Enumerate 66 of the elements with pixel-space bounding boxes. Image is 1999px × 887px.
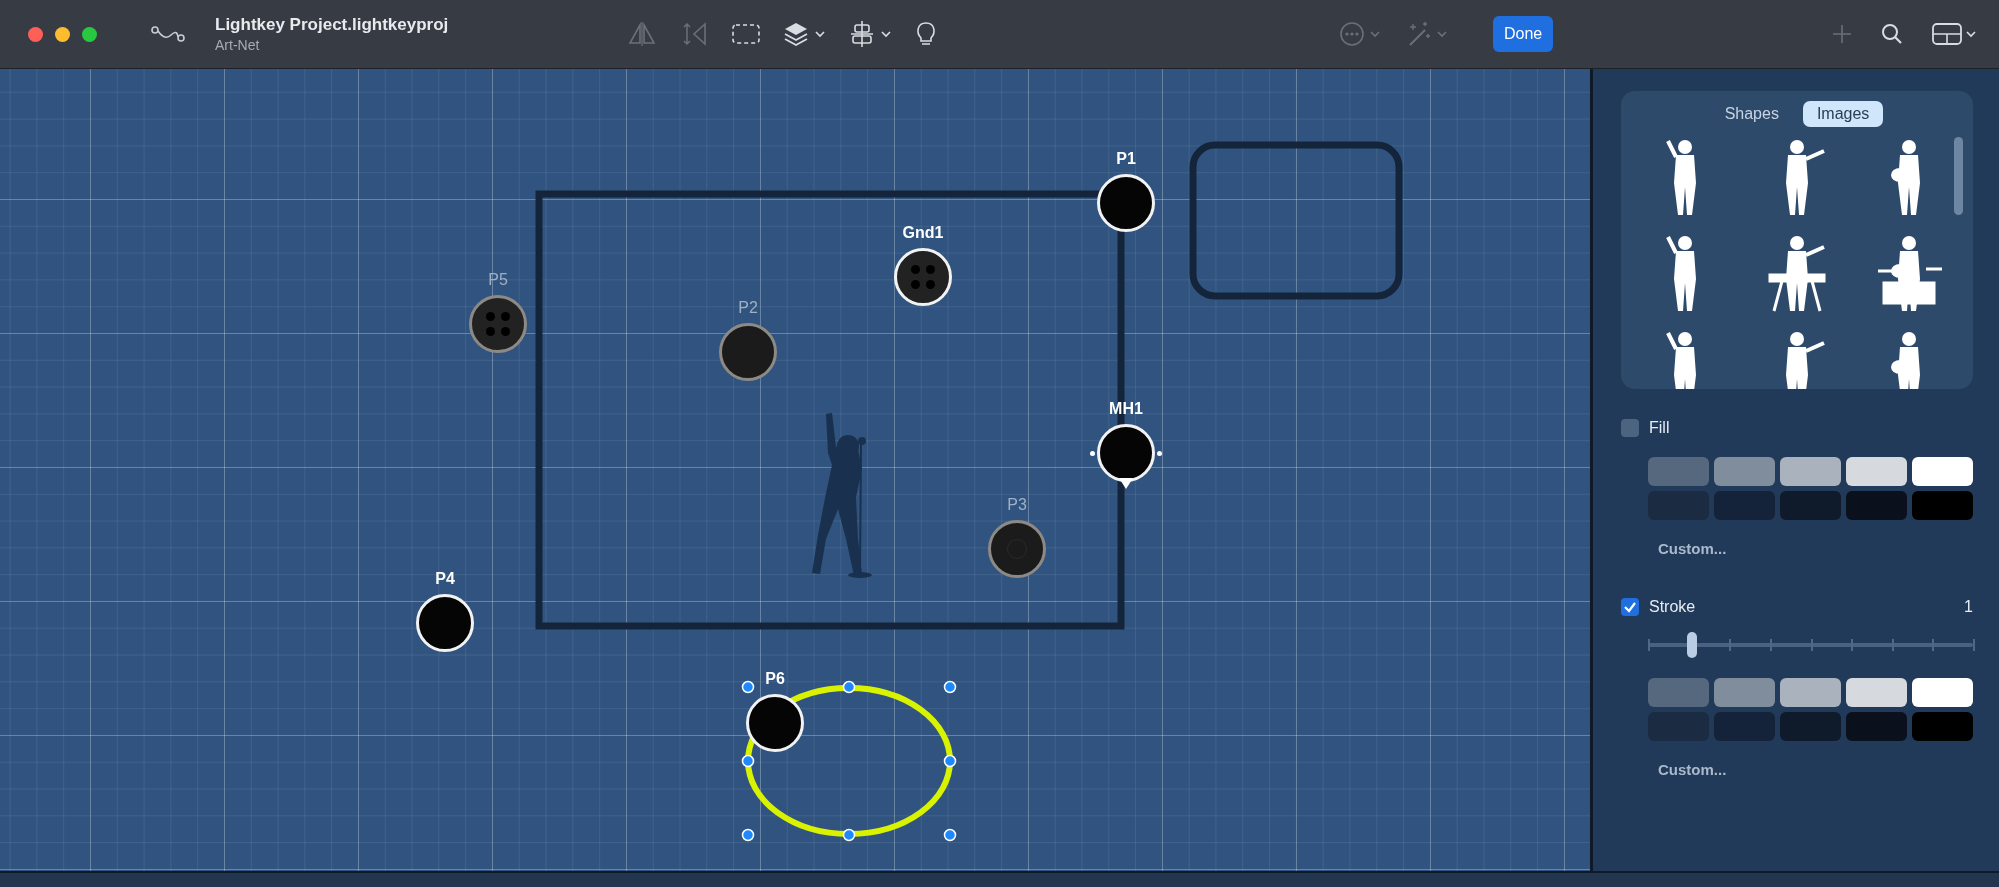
color-swatch[interactable] (1780, 491, 1841, 520)
layout-icon[interactable] (1931, 21, 1977, 47)
color-swatch[interactable] (1912, 678, 1973, 707)
fixture-label: P2 (738, 299, 758, 317)
handle-dot[interactable] (1090, 451, 1095, 456)
stage-canvas[interactable]: P1 Gnd1 P5 P2 MH1 P3 P4 P6 (0, 69, 1590, 871)
done-button[interactable]: Done (1493, 16, 1554, 52)
fixture-label: P3 (1007, 496, 1027, 514)
library-tab[interactable]: Images (1802, 101, 1884, 127)
color-swatch[interactable] (1714, 678, 1775, 707)
fixture-label: P5 (488, 271, 508, 289)
color-swatch[interactable] (1912, 712, 1973, 741)
marquee-tool-icon[interactable] (731, 22, 761, 46)
color-swatch[interactable] (1714, 712, 1775, 741)
color-swatch[interactable] (1648, 457, 1709, 486)
color-swatch[interactable] (1648, 678, 1709, 707)
fixture-label: P4 (435, 570, 455, 588)
selection-handle[interactable] (943, 680, 957, 694)
close-button[interactable] (28, 26, 43, 42)
color-swatch[interactable] (1780, 712, 1841, 741)
slider-thumb[interactable] (1686, 632, 1697, 658)
rounded-rectangle[interactable] (1189, 141, 1403, 300)
selection-handle[interactable] (741, 754, 755, 768)
color-swatch[interactable] (1846, 457, 1907, 486)
minimize-button[interactable] (55, 26, 70, 42)
color-swatch[interactable] (1846, 712, 1907, 741)
align-tool-icon[interactable] (849, 20, 893, 48)
custom-color-button[interactable]: Custom... (1658, 540, 1727, 557)
selection-handle[interactable] (943, 828, 957, 842)
direction-arrow-icon[interactable] (1119, 478, 1133, 489)
color-swatch[interactable] (1912, 491, 1973, 520)
fixture-icon[interactable] (469, 295, 527, 353)
color-swatch[interactable] (1780, 457, 1841, 486)
connection-icon[interactable] (151, 25, 185, 43)
fill-label: Fill (1649, 419, 1670, 437)
selection-handle[interactable] (741, 680, 755, 694)
stroke-checkbox[interactable] (1621, 598, 1639, 616)
fill-checkbox[interactable] (1621, 419, 1639, 437)
custom-color-button[interactable]: Custom... (1658, 761, 1727, 778)
fixture-label: P1 (1116, 150, 1136, 168)
color-swatch[interactable] (1780, 678, 1841, 707)
selection-handle[interactable] (842, 680, 856, 694)
zoom-button[interactable] (82, 26, 97, 42)
fixture-label: MH1 (1109, 400, 1143, 418)
color-swatch[interactable] (1912, 457, 1973, 486)
search-icon[interactable] (1881, 23, 1903, 45)
selection-handle[interactable] (943, 754, 957, 768)
color-swatch[interactable] (1714, 491, 1775, 520)
library-tab[interactable]: Shapes (1710, 101, 1793, 127)
color-swatch[interactable] (1846, 678, 1907, 707)
stroke-width-slider[interactable] (1648, 632, 1973, 658)
scrollbar-thumb[interactable] (1954, 137, 1963, 215)
window-title: Lightkey Project.lightkeyproj (215, 15, 450, 35)
fixture-label: Gnd1 (902, 224, 944, 242)
fixture-label: P6 (765, 670, 785, 688)
bulb-tool-icon[interactable] (915, 20, 937, 48)
window-subtitle: Art-Net (215, 37, 261, 53)
layers-tool-icon[interactable] (783, 21, 827, 47)
color-swatch[interactable] (1846, 491, 1907, 520)
selection-handle[interactable] (741, 828, 755, 842)
stroke-label: Stroke (1649, 598, 1696, 616)
ellipse[interactable] (745, 685, 953, 837)
color-swatch[interactable] (1714, 457, 1775, 486)
selection-handle[interactable] (842, 828, 856, 842)
stroke-width-value: 1 (1964, 598, 1973, 616)
handle-dot[interactable] (1157, 451, 1162, 456)
